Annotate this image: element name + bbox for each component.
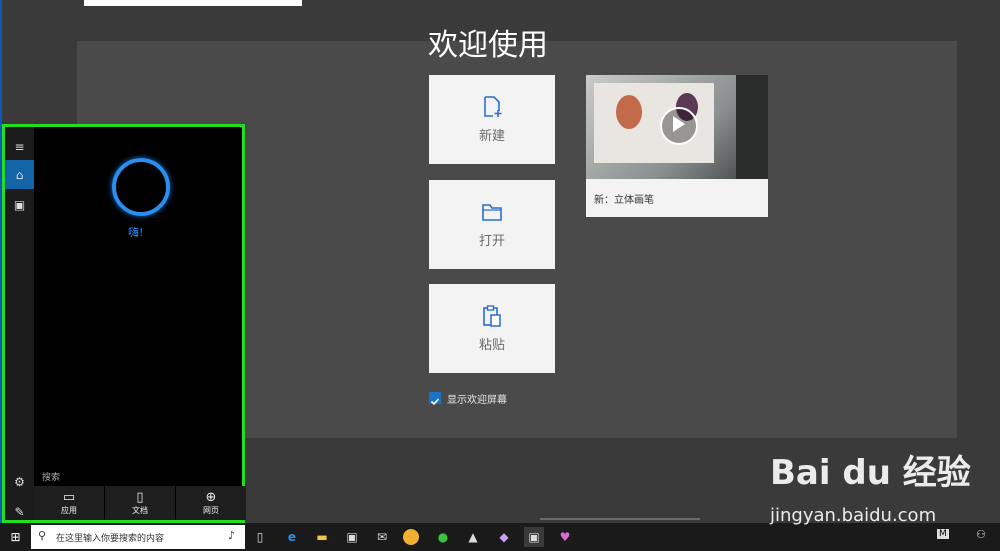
- tray-badge[interactable]: M: [937, 529, 949, 539]
- hamburger-menu-icon[interactable]: ≡: [5, 132, 34, 161]
- cortana-ring-icon: [112, 158, 170, 216]
- file-explorer-icon[interactable]: ▬: [312, 527, 332, 547]
- paint-3d-icon[interactable]: ◆: [494, 527, 514, 547]
- baidu-watermark-logo: Bai du 经验: [770, 453, 971, 493]
- mail-icon[interactable]: ✉: [372, 527, 392, 547]
- baidu-watermark-url: jingyan.baidu.com: [770, 505, 937, 526]
- video-person: [736, 75, 768, 179]
- checkmark-icon: [430, 398, 440, 406]
- windows-start-icon[interactable]: ⊞: [0, 523, 31, 551]
- horizontal-scrollbar[interactable]: [540, 518, 700, 520]
- filter-apps-button[interactable]: ▭ 应用: [34, 486, 104, 520]
- people-icon[interactable]: ⚇: [976, 528, 986, 541]
- open-label: 打开: [478, 234, 505, 249]
- edge-browser-icon[interactable]: e: [282, 527, 302, 547]
- settings-gear-icon[interactable]: ⚙: [5, 467, 34, 496]
- open-button[interactable]: 打开: [429, 180, 555, 269]
- pin-app-icon[interactable]: ♥: [555, 527, 575, 547]
- microphone-icon[interactable]: ♪: [228, 529, 235, 542]
- new-label: 新建: [478, 129, 505, 144]
- notebook-icon[interactable]: ▣: [5, 190, 34, 219]
- page-title: 欢迎使用: [428, 28, 548, 63]
- show-welcome-label[interactable]: 显示欢迎屏幕: [447, 391, 507, 406]
- filter-documents-button[interactable]: ▯ 文档: [105, 486, 175, 520]
- filter-label: 应用: [61, 505, 77, 515]
- new-button[interactable]: 新建: [429, 75, 555, 164]
- new-file-icon: [484, 96, 502, 117]
- feedback-icon[interactable]: ✎: [5, 497, 34, 526]
- active-app-icon[interactable]: ▣: [524, 527, 544, 547]
- video-screen-art: [616, 95, 642, 129]
- filter-label: 文档: [132, 505, 148, 515]
- task-view-icon[interactable]: ▯: [250, 527, 270, 547]
- cortana-panel: ≡ ⌂ ▣ ⚙ ✎ 嗨! 搜索 ▭ 应用 ▯ 文档 ⊕ 网页: [2, 124, 246, 523]
- video-caption: 新：立体画笔: [594, 195, 654, 206]
- globe-icon: ⊕: [205, 489, 217, 505]
- paste-button[interactable]: 粘贴: [429, 284, 555, 373]
- wechat-icon[interactable]: ●: [433, 527, 453, 547]
- filter-web-button[interactable]: ⊕ 网页: [176, 486, 246, 520]
- store-icon[interactable]: ▣: [342, 527, 362, 547]
- paste-label: 粘贴: [478, 338, 505, 353]
- filter-label: 网页: [203, 505, 219, 515]
- document-icon: ▯: [136, 489, 144, 505]
- video-card[interactable]: 新：立体画笔: [586, 75, 768, 217]
- taskbar-search-input[interactable]: ⚲ 在这里输入你要搜索的内容 ♪: [31, 525, 245, 549]
- background-window-strip: [84, 0, 302, 6]
- show-welcome-checkbox[interactable]: [429, 392, 441, 406]
- play-icon[interactable]: [660, 107, 698, 145]
- app-icon: ▭: [62, 489, 76, 505]
- taskbar: ⊞ ⚲ 在这里输入你要搜索的内容 ♪ ▯ e ▬ ▣ ✉ ● ▲ ◆ ▣ ♥ M…: [0, 523, 1000, 551]
- clipboard-icon: [483, 305, 501, 327]
- search-icon: ⚲: [38, 529, 47, 542]
- cortana-greeting: 嗨!: [128, 226, 144, 239]
- search-filter-row: ▭ 应用 ▯ 文档 ⊕ 网页: [34, 486, 246, 520]
- search-section-label: 搜索: [42, 473, 61, 483]
- home-icon[interactable]: ⌂: [5, 160, 34, 189]
- folder-icon: [482, 204, 502, 221]
- photos-icon[interactable]: ▲: [463, 527, 483, 547]
- cortana-rail: ≡ ⌂ ▣ ⚙ ✎: [5, 127, 34, 520]
- search-placeholder: 在这里输入你要搜索的内容: [56, 534, 165, 544]
- chrome-browser-icon[interactable]: [403, 529, 419, 545]
